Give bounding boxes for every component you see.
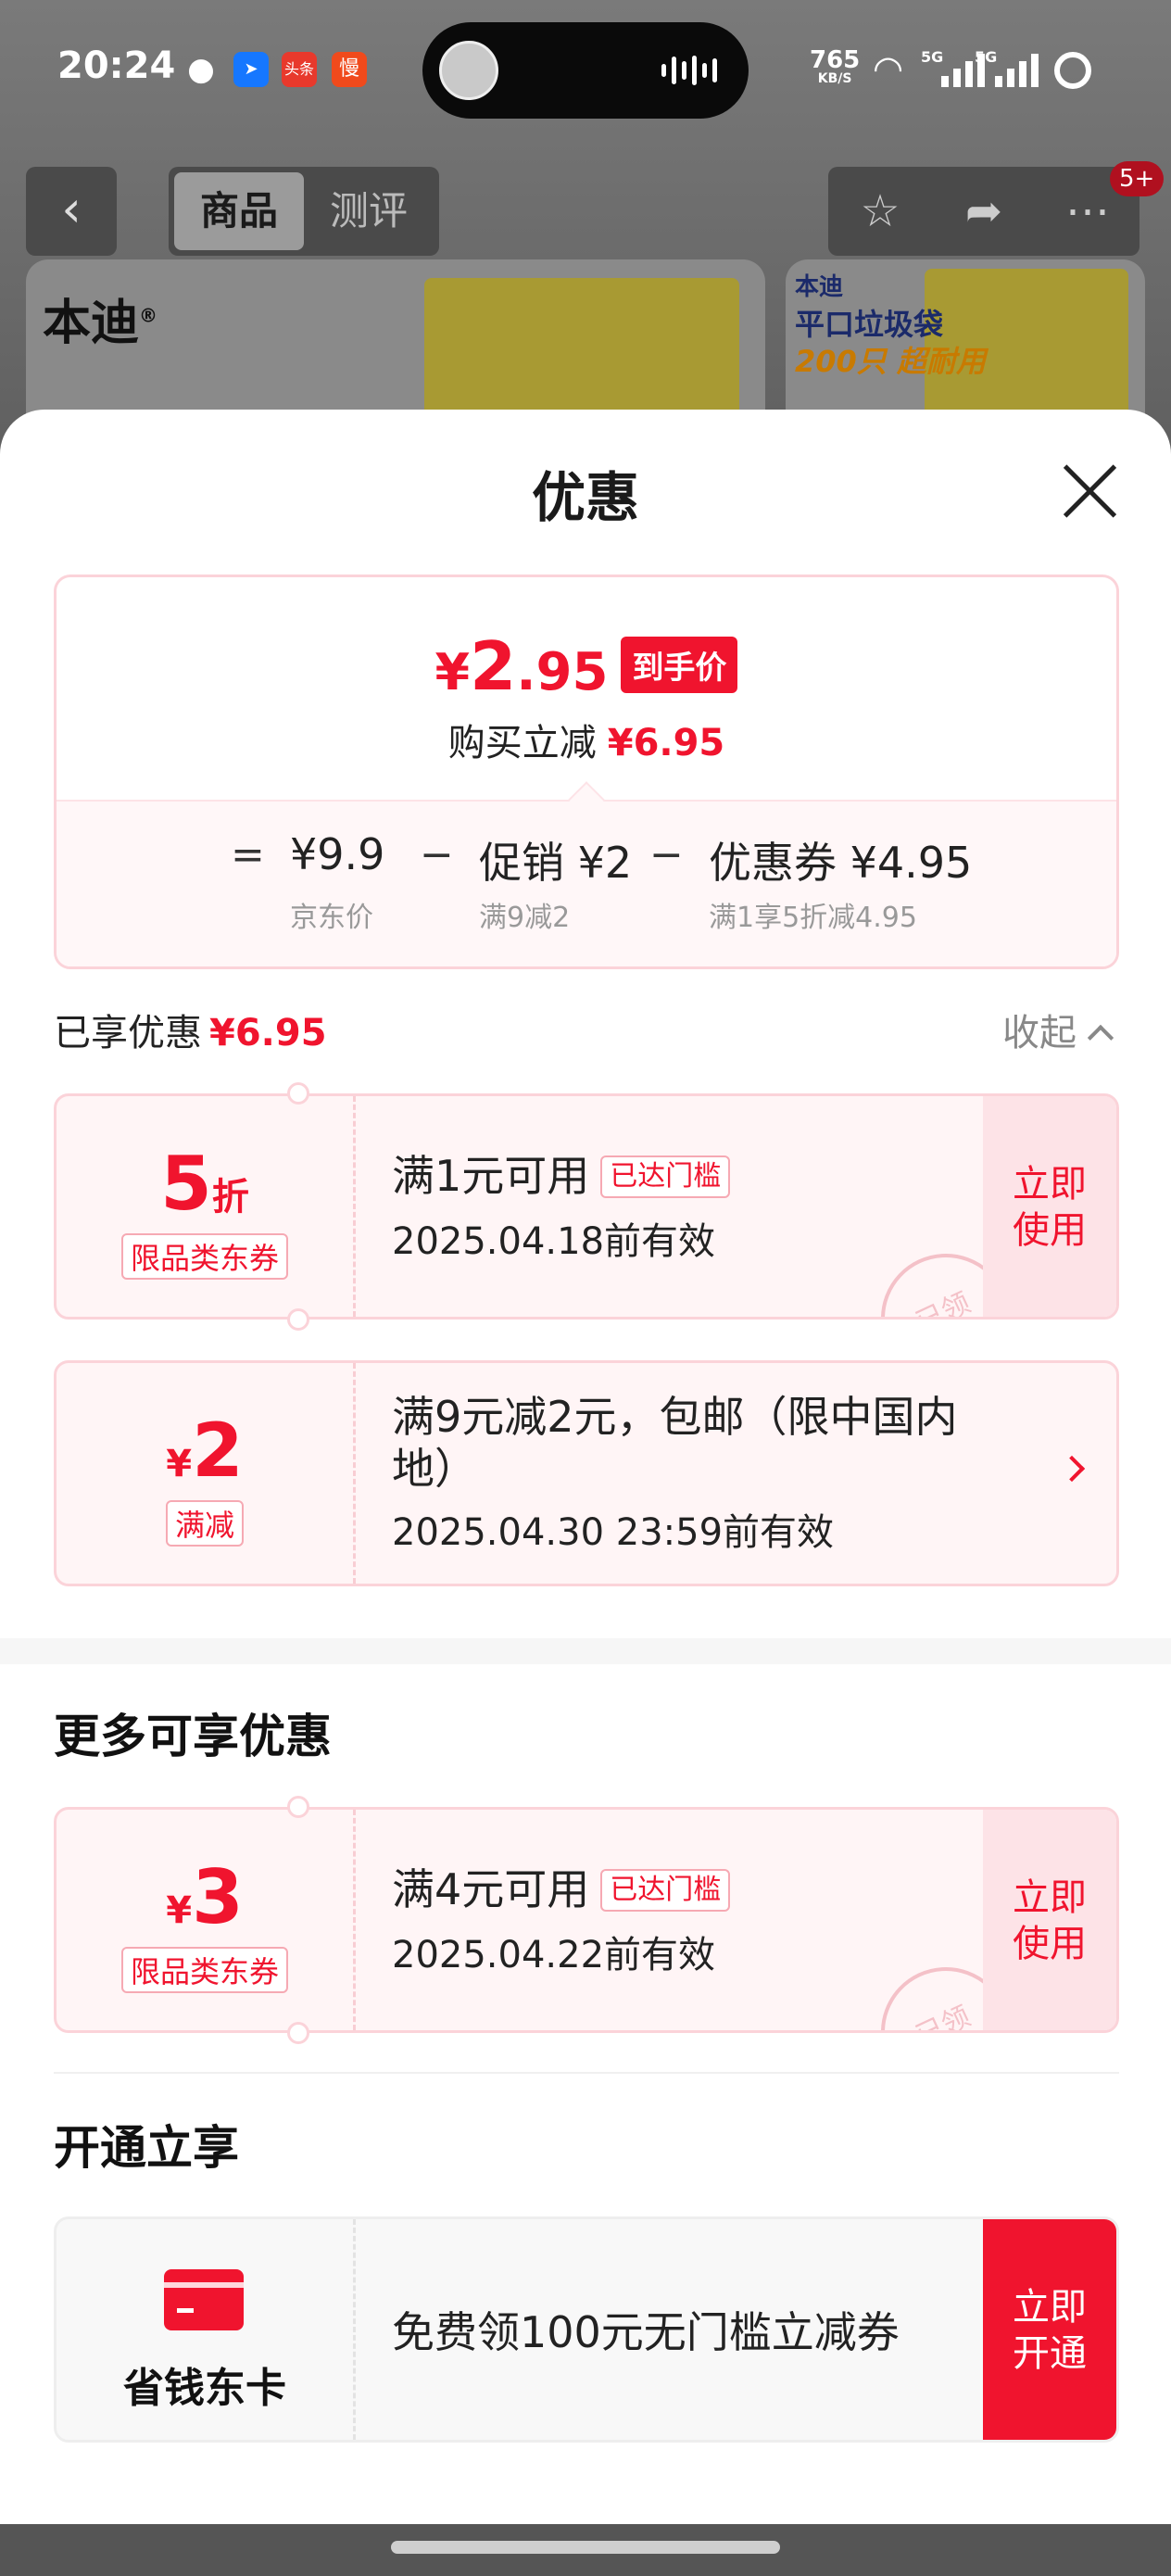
more-discounts-title: 更多可享优惠 — [54, 1710, 332, 1763]
membership-name: 省钱东卡 — [123, 2365, 286, 2412]
coupon-card[interactable]: ¥2 满减 满9元减2元，包邮（限中国内地） 2025.04.30 23:59前… — [54, 1360, 1119, 1586]
status-bar: 20:24 ● ➤ 头条 慢 765 KB/S ◠ 5G 5G — [0, 0, 1171, 139]
page-tabs: 商品 测评 — [169, 167, 439, 256]
coupon-type: 满减 — [165, 1500, 245, 1547]
discount-sheet: 优惠 ¥2.95 到手价 购买立减 ¥6.95 = ¥9.9 京东价 − 促销 ¥2… — [0, 410, 1171, 2524]
membership-card[interactable]: 省钱东卡 免费领100元无门槛立减券 立即 开通 — [54, 2216, 1119, 2443]
minus-sign: − — [649, 831, 684, 878]
coupon-condition: 满4元可用 已达门槛 — [392, 1863, 731, 1915]
status-time: 20:24 — [57, 44, 176, 87]
coupon-condition: 满1元可用 已达门槛 — [392, 1150, 731, 1202]
favorite-star-icon[interactable]: ☆ — [828, 167, 932, 256]
coupon-type: 限品类东券 — [120, 1233, 289, 1280]
chevron-right-icon[interactable] — [1058, 1455, 1086, 1483]
membership-desc: 免费领100元无门槛立减券 — [392, 2307, 900, 2357]
jd-price-value: ¥9.9 — [290, 829, 385, 879]
back-button[interactable]: ‹ — [26, 167, 117, 256]
share-icon[interactable]: ➦ — [932, 167, 1036, 256]
signal-icon: 5G — [975, 48, 1039, 87]
dynamic-island — [422, 22, 749, 119]
coupon-type: 限品类东券 — [120, 1947, 289, 1993]
collapse-button[interactable]: 收起 — [1002, 1003, 1114, 1056]
price-summary: ¥2.95 到手价 购买立减 ¥6.95 = ¥9.9 京东价 − 促销 ¥2 满9… — [54, 575, 1119, 969]
coupon-amount: ¥2 — [166, 1408, 244, 1494]
battery-ring-icon — [1054, 52, 1091, 89]
coupon-expiry: 2025.04.30 23:59前有效 — [392, 1511, 835, 1554]
slow-app-icon: 慢 — [332, 52, 367, 87]
audio-wave-icon — [661, 56, 717, 85]
use-now-button[interactable]: 立即 使用 — [983, 1810, 1116, 2030]
equals-sign: = — [231, 831, 265, 878]
threshold-badge: 已达门槛 — [600, 1155, 731, 1198]
coupon-expiry: 2025.04.18前有效 — [392, 1220, 716, 1263]
final-price: ¥2.95 到手价 — [57, 627, 1116, 705]
chevron-up-icon — [1087, 1024, 1114, 1052]
final-price-tag: 到手价 — [621, 637, 738, 693]
network-speed: 765 KB/S — [810, 46, 861, 86]
brand-logo: 本迪® — [43, 296, 158, 351]
media-thumbnail — [439, 41, 498, 100]
tab-goods[interactable]: 商品 — [174, 172, 304, 250]
coupon-condition: 满9元减2元，包邮（限中国内地） — [392, 1392, 958, 1494]
price-breakdown: = ¥9.9 京东价 − 促销 ¥2 满9减2 − 优惠券 ¥4.95 满1享5… — [57, 800, 1116, 966]
jd-price-label: 京东价 — [290, 902, 373, 934]
home-indicator — [0, 2524, 1171, 2576]
minus-sign: − — [420, 831, 454, 878]
wechat-icon: ● — [187, 51, 215, 88]
coupon-card[interactable]: ¥3 限品类东券 满4元可用 已达门槛 2025.04.22前有效 已领 立即 使用 — [54, 1807, 1119, 2033]
section-divider — [0, 1638, 1171, 1664]
sheet-title: 优惠 — [531, 466, 639, 529]
promo-value: 促销 ¥2 — [479, 838, 633, 888]
threshold-badge: 已达门槛 — [600, 1869, 731, 1912]
membership-title: 开通立享 — [54, 2121, 239, 2175]
open-now-button[interactable]: 立即 开通 — [983, 2219, 1116, 2440]
promo-label: 满9减2 — [479, 902, 571, 934]
instant-saving: 购买立减 ¥6.95 — [447, 722, 725, 764]
coupon-label: 满1享5折减4.95 — [709, 902, 917, 934]
maps-icon: ➤ — [233, 52, 269, 87]
coupon-value: 优惠券 ¥4.95 — [709, 838, 973, 888]
coupon-card[interactable]: 5折 限品类东券 满1元可用 已达门槛 2025.04.18前有效 已领 立即 使用 — [54, 1093, 1119, 1320]
top-actions: ☆ ➦ ⋯ — [828, 167, 1140, 256]
coupon-amount: ¥3 — [166, 1854, 244, 1940]
credit-card-icon — [164, 2269, 244, 2330]
cart-badge: 5+ — [1110, 161, 1165, 196]
divider-line — [54, 2072, 1119, 2074]
coupon-expiry: 2025.04.22前有效 — [392, 1934, 716, 1976]
use-now-button[interactable]: 立即 使用 — [983, 1096, 1116, 1317]
coupon-amount: 5折 — [160, 1141, 249, 1227]
close-icon[interactable] — [1060, 461, 1119, 521]
toutiao-icon: 头条 — [282, 52, 317, 87]
product-promo-text: 本迪 平口垃圾袋 200只 超耐用 — [795, 273, 986, 379]
enjoyed-discount: 已享优惠 ¥6.95 — [54, 1012, 327, 1054]
wifi-icon: ◠ — [873, 48, 904, 89]
tab-reviews[interactable]: 测评 — [304, 172, 434, 250]
